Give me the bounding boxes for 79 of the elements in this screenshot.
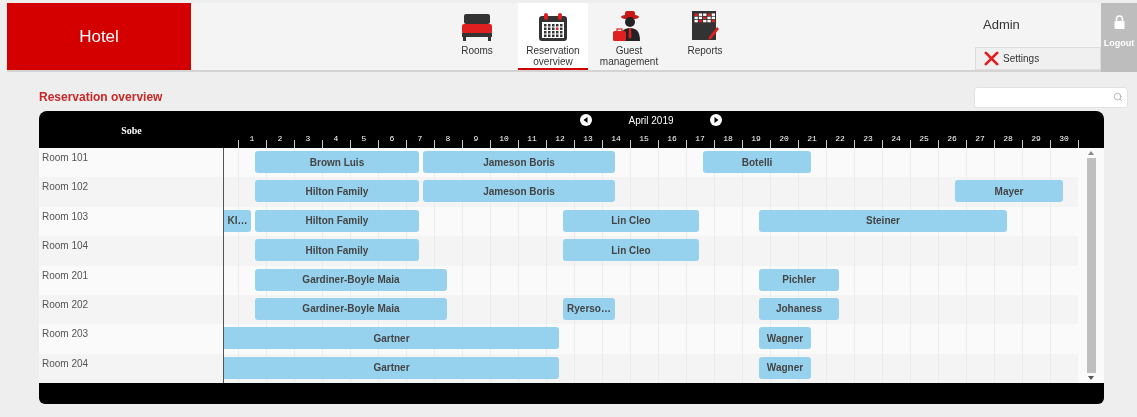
search-icon [1113, 92, 1123, 102]
room-name: Room 201 [42, 269, 89, 281]
day-label: 25 [919, 132, 929, 145]
day-label: 19 [751, 132, 761, 145]
bed-icon [461, 12, 493, 42]
reservation-bar[interactable]: Botelli [703, 151, 811, 173]
room-name: Room 101 [42, 152, 89, 163]
scroll-up-icon[interactable] [1087, 150, 1095, 156]
reservation-bar[interactable]: Steiner [759, 209, 1007, 232]
reservation-bar[interactable]: Jameson Boris [423, 151, 615, 173]
room-name: Room 102 [42, 181, 89, 193]
day-label: 7 [417, 132, 423, 145]
nav-tab[interactable]: Guest management [594, 3, 664, 70]
app-logo[interactable]: Hotel [7, 3, 191, 70]
reservation-bar[interactable]: Hilton Family [255, 239, 419, 262]
day-label: 28 [1003, 132, 1013, 145]
room-name: Room 103 [42, 210, 89, 222]
lock-icon [1113, 15, 1125, 29]
previous-month-icon[interactable] [580, 114, 592, 126]
day-label: 3 [305, 132, 311, 145]
day-label: 20 [779, 132, 789, 145]
day-label: 11 [527, 132, 537, 145]
day-label: 6 [389, 132, 395, 145]
day-label: 12 [555, 132, 565, 145]
user-name: Admin [982, 16, 1021, 35]
tools-icon [984, 51, 999, 66]
day-label: 15 [639, 132, 649, 145]
day-label: 18 [723, 132, 733, 145]
reservation-bar[interactable]: Gardiner-Boyle Maia [255, 268, 447, 291]
nav-tab[interactable]: Rooms [442, 3, 512, 70]
day-label: 22 [835, 132, 845, 145]
day-label: 9 [473, 132, 479, 145]
reservation-bar[interactable]: Hilton Family [255, 180, 419, 203]
room-name: Room 202 [42, 298, 89, 310]
reservation-bar[interactable]: Gartner [224, 356, 559, 379]
room-name: Room 104 [42, 240, 89, 252]
page-title: Reservation overview [39, 89, 163, 106]
nav-tab[interactable]: Reports [670, 3, 740, 70]
reservation-bar[interactable]: Gardiner-Boyle Maia [255, 297, 447, 320]
reservation-bar[interactable]: Wagner [759, 327, 811, 350]
month-label: April 2019 [627, 113, 675, 128]
next-month-icon[interactable] [710, 114, 722, 126]
settings-button[interactable]: Settings [975, 47, 1101, 70]
reservation-bar[interactable]: Gartner [224, 327, 559, 350]
day-label: 10 [499, 132, 509, 145]
reservation-bar[interactable]: Wagner [759, 356, 811, 379]
day-label: 16 [667, 132, 677, 145]
reservation-bar[interactable]: Hilton Family [255, 209, 419, 232]
reservation-bar[interactable]: Jameson Boris [423, 180, 615, 203]
day-label: 17 [695, 132, 705, 145]
reservation-bar[interactable]: Johaness [759, 297, 839, 320]
day-label: 26 [947, 132, 957, 145]
nav-tab[interactable]: Reservation overview [518, 3, 588, 70]
day-label: 1 [249, 132, 255, 145]
room-name: Room 203 [42, 328, 89, 340]
day-label: 5 [361, 132, 367, 145]
day-label: 2 [277, 132, 283, 145]
day-label: 30 [1059, 132, 1069, 145]
day-label: 4 [333, 132, 339, 145]
reservation-bar[interactable]: Kl… [224, 209, 251, 232]
reservation-bar[interactable]: Lin Cleo [563, 209, 699, 232]
day-label: 23 [863, 132, 873, 145]
room-name: Room 204 [42, 357, 89, 369]
day-label: 13 [583, 132, 593, 145]
reservation-bar[interactable]: Ryerso… [563, 297, 615, 320]
day-label: 24 [891, 132, 901, 145]
calendar-icon [537, 12, 569, 42]
column-header: Sobe [120, 124, 143, 138]
reservation-bar[interactable]: Lin Cleo [563, 239, 699, 262]
reservation-bar[interactable]: Pichler [759, 268, 839, 291]
report-icon [689, 10, 721, 42]
day-label: 21 [807, 132, 817, 145]
day-label: 29 [1031, 132, 1041, 145]
search-field[interactable] [974, 86, 1128, 108]
day-label: 8 [445, 132, 451, 145]
reservation-bar[interactable]: Mayer [955, 180, 1063, 203]
reservation-bar[interactable]: Brown Luis [255, 151, 419, 173]
day-label: 14 [611, 132, 621, 145]
day-label: 27 [975, 132, 985, 145]
